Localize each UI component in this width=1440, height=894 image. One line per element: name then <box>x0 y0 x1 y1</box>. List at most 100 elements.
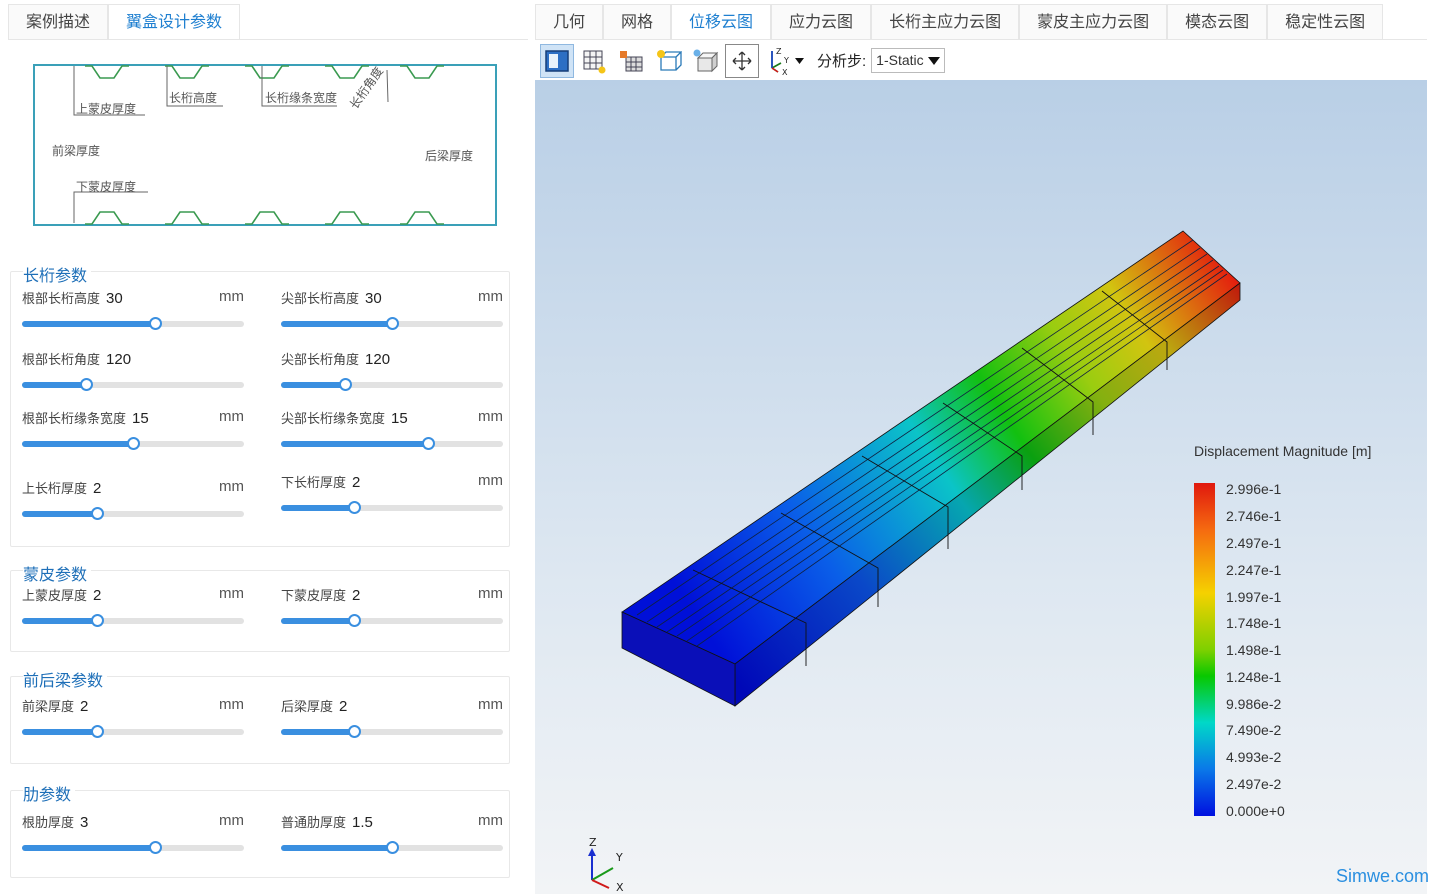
legend-tick: 0.000e+0 <box>1226 803 1285 819</box>
param-root-stringer-height: 根部长桁高度 30 mm <box>22 288 244 338</box>
tab-modal-contour[interactable]: 模态云图 <box>1167 4 1268 40</box>
tip-stringer-height-slider[interactable] <box>281 317 503 330</box>
lower-skin-thickness-slider[interactable] <box>281 614 503 627</box>
mesh-light-icon[interactable] <box>614 44 648 78</box>
param-label: 下长桁厚度 <box>281 475 347 490</box>
param-label: 根部长桁缘条宽度 <box>22 411 127 426</box>
rear-spar-thickness-slider[interactable] <box>281 725 503 738</box>
axis-z-label: Z <box>589 836 597 849</box>
front-spar-thickness-slider[interactable] <box>22 725 244 738</box>
param-value: 30 <box>106 290 123 307</box>
tip-stringer-angle-slider[interactable] <box>281 378 503 391</box>
result-tab-bar: 几何 网格 位移云图 应力云图 长桁主应力云图 蒙皮主应力云图 模态云图 稳定性… <box>535 4 1384 40</box>
param-unit: mm <box>478 585 503 602</box>
viewer-toolbar: ZYX 分析步: 1-Static <box>535 41 1427 80</box>
param-front-spar-thickness: 前梁厚度 2 mm <box>22 696 244 746</box>
mesh-view-icon[interactable] <box>577 44 611 78</box>
axis-y-label: Y <box>615 851 623 864</box>
root-flange-width-slider[interactable] <box>22 437 244 450</box>
param-label: 尖部长桁角度 <box>281 352 360 367</box>
param-unit: mm <box>478 472 503 489</box>
slider-handle[interactable] <box>348 501 362 514</box>
diagram-label-front-spar: 前梁厚度 <box>52 143 100 158</box>
param-value: 2 <box>93 587 102 604</box>
tab-skin-principal-stress[interactable]: 蒙皮主应力云图 <box>1019 4 1168 40</box>
param-label: 上长桁厚度 <box>22 481 88 496</box>
slider-handle[interactable] <box>421 437 435 450</box>
slider-handle[interactable] <box>149 841 163 854</box>
tab-stability-contour[interactable]: 稳定性云图 <box>1267 4 1384 40</box>
param-unit: mm <box>219 408 244 425</box>
param-value: 2 <box>80 698 89 715</box>
diagram-label-rear-spar: 后梁厚度 <box>425 148 473 163</box>
legend-tick: 2.746e-1 <box>1226 508 1282 524</box>
legend-tick: 7.490e-2 <box>1226 722 1282 738</box>
legend-tick: 1.498e-1 <box>1226 642 1282 658</box>
diagram-label-stringer-height: 长桁高度 <box>169 90 217 105</box>
param-unit: mm <box>478 408 503 425</box>
tip-flange-width-slider[interactable] <box>281 437 503 450</box>
slider-handle[interactable] <box>91 725 105 738</box>
tab-divider <box>535 39 1427 40</box>
tab-geometry[interactable]: 几何 <box>535 4 604 40</box>
tab-stress-contour[interactable]: 应力云图 <box>771 4 872 40</box>
solid-view-icon[interactable] <box>540 43 574 78</box>
slider-handle[interactable] <box>149 317 163 330</box>
wireframe-light-icon[interactable] <box>651 44 685 78</box>
legend-tick: 1.248e-1 <box>1226 669 1282 685</box>
hidden-line-icon[interactable] <box>688 44 722 78</box>
slider-handle[interactable] <box>348 614 362 627</box>
upper-stringer-thickness-slider[interactable] <box>22 507 244 520</box>
slider-handle[interactable] <box>348 725 362 738</box>
left-tab-bar: 案例描述 翼盒设计参数 <box>8 4 241 40</box>
tab-mesh[interactable]: 网格 <box>603 4 672 40</box>
slider-handle[interactable] <box>386 841 399 854</box>
slider-handle[interactable] <box>339 378 353 391</box>
root-rib-thickness-slider[interactable] <box>22 841 244 854</box>
rib-section-title: 肋参数 <box>23 781 76 805</box>
tab-case-description[interactable]: 案例描述 <box>8 4 109 40</box>
slider-handle[interactable] <box>91 507 105 520</box>
legend-tick: 2.497e-2 <box>1226 776 1282 792</box>
param-label: 普通肋厚度 <box>281 815 347 830</box>
param-label: 根部长桁角度 <box>22 352 101 367</box>
legend-tick: 1.748e-1 <box>1226 615 1282 631</box>
tab-stringer-principal-stress[interactable]: 长桁主应力云图 <box>871 4 1020 40</box>
param-label: 根部长桁高度 <box>22 291 101 306</box>
slider-handle[interactable] <box>91 614 105 627</box>
param-value: 15 <box>391 410 408 427</box>
param-label: 上蒙皮厚度 <box>22 588 88 603</box>
param-upper-skin-thickness: 上蒙皮厚度 2 mm <box>22 585 244 635</box>
wingbox-cross-section-diagram: 上蒙皮厚度 长桁高度 长桁缘条宽度 长桁角度 前梁厚度 后梁厚度 下蒙皮厚度 <box>33 64 497 226</box>
upper-skin-thickness-slider[interactable] <box>22 614 244 627</box>
result-panel: 几何 网格 位移云图 应力云图 长桁主应力云图 蒙皮主应力云图 模态云图 稳定性… <box>535 0 1427 894</box>
root-stringer-height-slider[interactable] <box>22 317 244 330</box>
param-unit: mm <box>219 585 244 602</box>
lower-stringer-thickness-slider[interactable] <box>281 501 503 514</box>
legend-tick: 2.497e-1 <box>1226 535 1282 551</box>
param-value: 15 <box>132 410 149 427</box>
param-root-stringer-angle: 根部长桁角度 120 <box>22 349 244 399</box>
root-stringer-angle-slider[interactable] <box>22 378 244 391</box>
tab-displacement-contour[interactable]: 位移云图 <box>671 4 772 40</box>
fit-view-icon[interactable] <box>725 43 759 78</box>
3d-viewport[interactable]: Displacement Magnitude [m] 2.996e-1 2.74… <box>535 80 1427 894</box>
svg-text:Z: Z <box>776 47 782 56</box>
axis-triad-icon[interactable]: ZYX <box>762 44 808 78</box>
param-label: 尖部长桁缘条宽度 <box>281 411 386 426</box>
slider-handle[interactable] <box>386 317 399 330</box>
param-root-flange-width: 根部长桁缘条宽度 15 mm <box>22 408 244 458</box>
skin-section-title: 蒙皮参数 <box>23 561 92 585</box>
param-tip-stringer-height: 尖部长桁高度 30 mm <box>281 288 503 338</box>
wingbox-displacement-model <box>621 230 1241 707</box>
param-tip-stringer-angle: 尖部长桁角度 120 <box>281 349 503 399</box>
slider-handle[interactable] <box>80 378 94 391</box>
slider-handle[interactable] <box>127 437 140 450</box>
analysis-step-select[interactable]: 1-Static <box>871 48 945 73</box>
param-value: 2 <box>339 698 348 715</box>
param-unit: mm <box>219 478 244 495</box>
tab-wingbox-parameters[interactable]: 翼盒设计参数 <box>108 4 241 40</box>
param-unit: mm <box>478 288 503 305</box>
param-unit: mm <box>219 696 244 713</box>
normal-rib-thickness-slider[interactable] <box>281 841 503 854</box>
